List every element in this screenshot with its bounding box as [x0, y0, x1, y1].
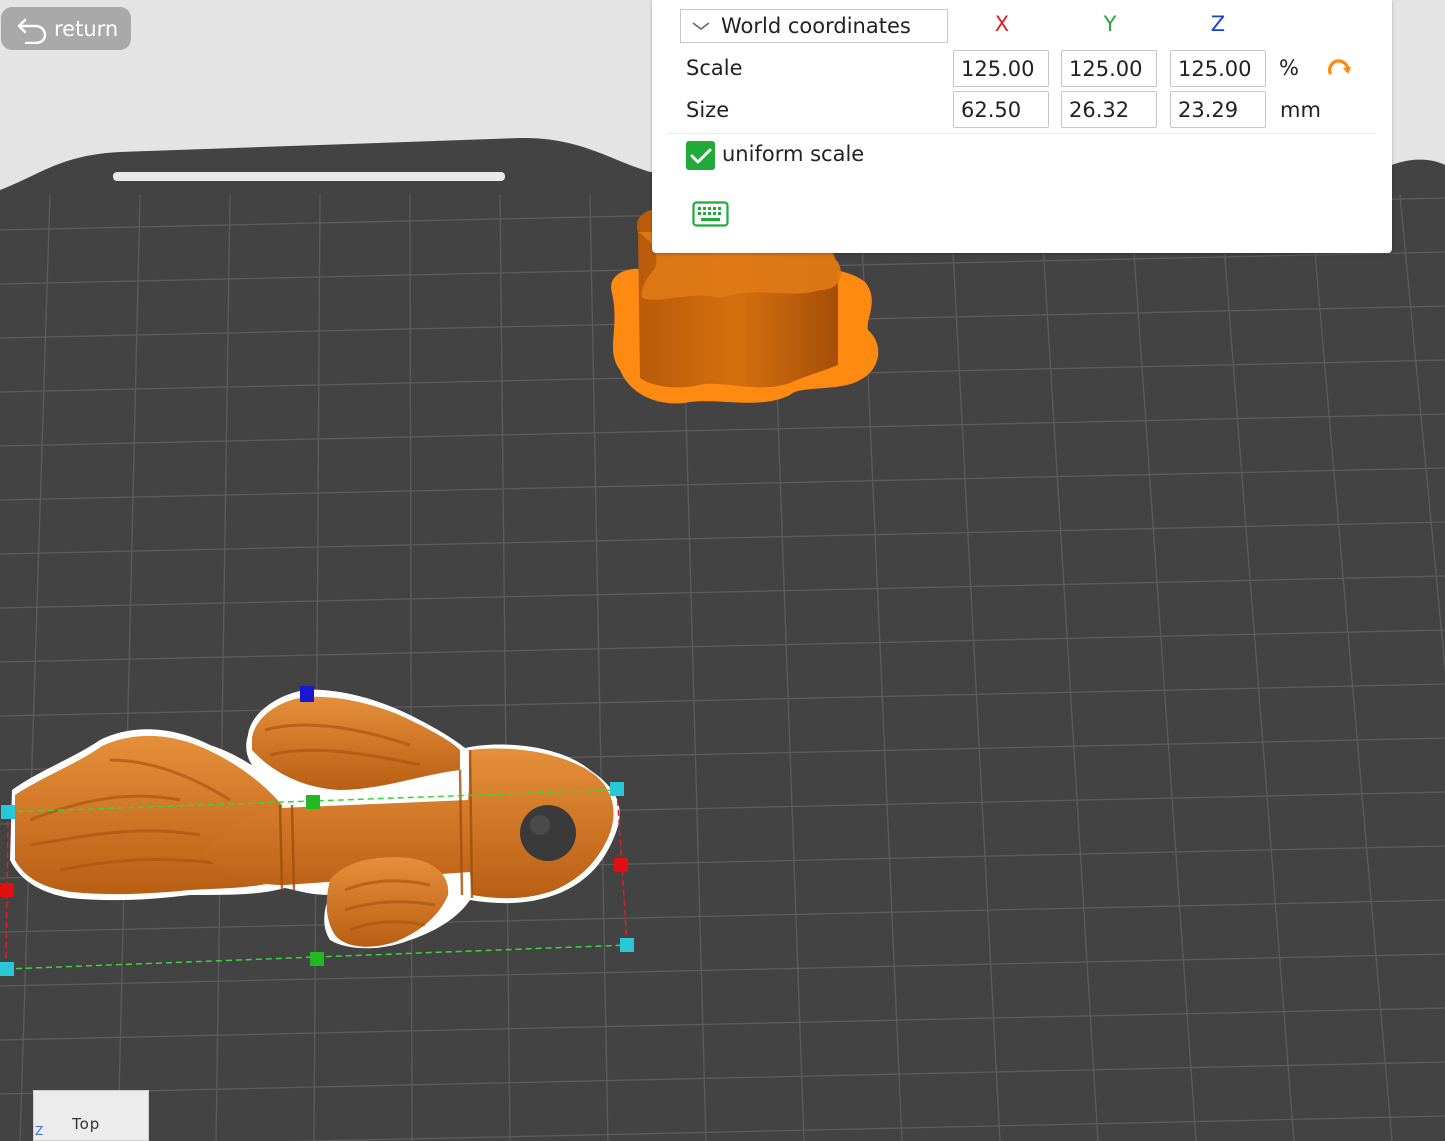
return-label: return: [54, 16, 119, 41]
scale-handle-corner[interactable]: [1, 805, 15, 819]
scale-y-input[interactable]: [1061, 50, 1157, 87]
panel-divider: [668, 133, 1376, 134]
axis-label-z: Z: [1210, 12, 1226, 36]
scale-z-input[interactable]: [1170, 50, 1266, 87]
view-cube-axis-label: Z: [35, 1124, 44, 1138]
view-cube[interactable]: Top Z: [33, 1090, 149, 1141]
keyboard-icon[interactable]: [692, 201, 729, 227]
axis-label-y: Y: [1103, 12, 1117, 36]
undo-arrow-icon: [17, 18, 47, 44]
scale-handle-y[interactable]: [306, 795, 320, 809]
scale-handle-corner[interactable]: [620, 938, 634, 952]
size-x-input[interactable]: [953, 91, 1049, 128]
scale-handle-y[interactable]: [310, 952, 324, 966]
scale-unit: %: [1279, 56, 1299, 80]
coordinate-mode-select[interactable]: World coordinates: [680, 9, 948, 43]
scale-x-input[interactable]: [953, 50, 1049, 87]
scale-handle-z[interactable]: [300, 686, 314, 702]
scale-handle-x[interactable]: [0, 883, 14, 897]
scale-panel: World coordinates X Y Z Scale % Size mm …: [652, 0, 1392, 253]
return-button[interactable]: return: [1, 7, 131, 50]
size-row-label: Size: [686, 98, 730, 122]
uniform-scale-checkbox[interactable]: [686, 141, 715, 170]
axis-label-x: X: [994, 12, 1010, 36]
scale-row-label: Scale: [686, 56, 743, 80]
size-z-input[interactable]: [1170, 91, 1266, 128]
scale-handle-corner[interactable]: [0, 962, 14, 976]
chevron-down-icon: [681, 21, 721, 31]
checkmark-icon: [690, 148, 711, 163]
coordinate-mode-label: World coordinates: [721, 14, 911, 38]
uniform-scale-label: uniform scale: [722, 142, 865, 166]
size-unit: mm: [1280, 98, 1321, 122]
plate-slot: [113, 172, 505, 181]
scale-handle-x[interactable]: [614, 858, 628, 872]
reset-scale-icon[interactable]: [1324, 56, 1352, 82]
view-cube-top-label: Top: [72, 1115, 101, 1133]
size-y-input[interactable]: [1061, 91, 1157, 128]
scale-handle-corner[interactable]: [610, 782, 624, 796]
